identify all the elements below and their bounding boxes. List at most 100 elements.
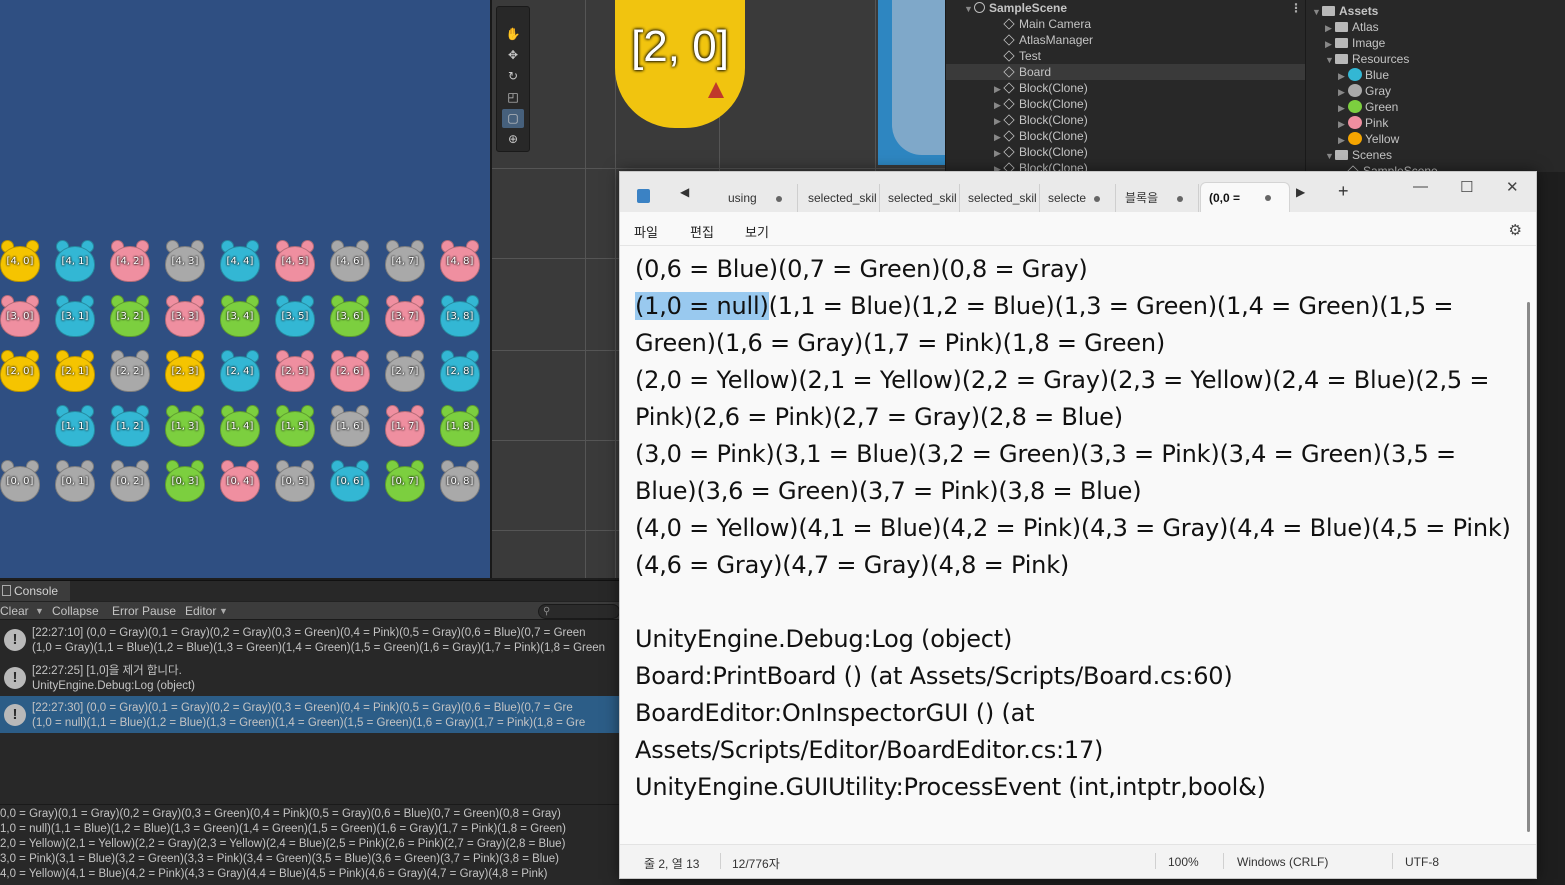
- hierarchy-item[interactable]: Test: [946, 48, 1305, 64]
- minimize-icon[interactable]: —: [1413, 178, 1428, 195]
- notepad-tab[interactable]: selected_skil: [960, 184, 1040, 212]
- board-block[interactable]: [0, 1]: [53, 460, 97, 504]
- board-block[interactable]: [2, 2]: [108, 350, 152, 394]
- console-log-entry[interactable]: ! [22:27:10] (0,0 = Gray)(0,1 = Gray)(0,2…: [0, 621, 620, 658]
- board-block[interactable]: [4, 4]: [218, 240, 262, 284]
- project-item[interactable]: ▶ Gray: [1306, 83, 1565, 99]
- rotate-tool-icon[interactable]: ↻: [502, 67, 524, 86]
- board-block[interactable]: [1, 6]: [328, 405, 372, 449]
- hand-tool-icon[interactable]: ✋: [502, 25, 524, 44]
- transform-tool-icon[interactable]: ⊕: [502, 130, 524, 149]
- board-block[interactable]: [3, 7]: [383, 295, 427, 339]
- notepad-tab[interactable]: selected_skil: [800, 184, 880, 212]
- project-item[interactable]: ▶ Green: [1306, 99, 1565, 115]
- editor-dropdown-icon[interactable]: ▼: [216, 602, 231, 621]
- hierarchy-item[interactable]: ▶ Block(Clone): [946, 128, 1305, 144]
- vertical-scrollbar[interactable]: [1527, 302, 1530, 832]
- expand-arrow-icon[interactable]: ▶: [994, 113, 1004, 129]
- project-item[interactable]: ▶ Atlas: [1306, 19, 1565, 35]
- project-item[interactable]: ▼ Scenes: [1306, 147, 1565, 163]
- board-block[interactable]: [1, 7]: [383, 405, 427, 449]
- hierarchy-item[interactable]: ▶ Block(Clone): [946, 144, 1305, 160]
- board-block[interactable]: [3, 3]: [163, 295, 207, 339]
- board-block[interactable]: [1, 3]: [163, 405, 207, 449]
- board-block[interactable]: [3, 1]: [53, 295, 97, 339]
- maximize-icon[interactable]: ☐: [1460, 178, 1473, 196]
- project-item[interactable]: ▶ Blue: [1306, 67, 1565, 83]
- notepad-tab[interactable]: selected_skil: [880, 184, 960, 212]
- hierarchy-item[interactable]: ▶ Block(Clone): [946, 80, 1305, 96]
- board-block[interactable]: [4, 3]: [163, 240, 207, 284]
- zoom-level[interactable]: 100%: [1168, 855, 1199, 869]
- board-block[interactable]: [1, 4]: [218, 405, 262, 449]
- board-block[interactable]: [4, 2]: [108, 240, 152, 284]
- settings-gear-icon[interactable]: ⚙: [1509, 221, 1522, 239]
- menu-file[interactable]: 파일: [634, 222, 658, 241]
- board-block[interactable]: [0, 2]: [108, 460, 152, 504]
- expand-arrow-icon[interactable]: ▶: [994, 145, 1004, 161]
- kebab-menu-icon[interactable]: ⋮: [1290, 0, 1302, 16]
- rect-tool-icon[interactable]: ▢: [502, 109, 524, 128]
- unsaved-dot-icon[interactable]: [776, 196, 782, 202]
- board-block[interactable]: [1, 8]: [438, 405, 482, 449]
- board-block[interactable]: [3, 5]: [273, 295, 317, 339]
- new-tab-icon[interactable]: +: [1338, 181, 1349, 202]
- board-block[interactable]: [2, 6]: [328, 350, 372, 394]
- line-ending[interactable]: Windows (CRLF): [1237, 855, 1328, 869]
- scale-tool-icon[interactable]: ◰: [502, 88, 524, 107]
- board-block[interactable]: [0, 5]: [273, 460, 317, 504]
- console-log-entry[interactable]: ! [22:27:25] [1,0]을 제거 합니다. UnityEngine.De…: [0, 659, 620, 696]
- clear-button[interactable]: Clear: [0, 602, 32, 621]
- menu-view[interactable]: 보기: [745, 222, 769, 241]
- notepad-tab[interactable]: selecte: [1040, 184, 1116, 212]
- expand-arrow-icon[interactable]: ▶: [994, 97, 1004, 113]
- board-block[interactable]: [0, 8]: [438, 460, 482, 504]
- unsaved-dot-icon[interactable]: [1177, 196, 1183, 202]
- project-item[interactable]: ▶ Yellow: [1306, 131, 1565, 147]
- hierarchy-item[interactable]: Main Camera: [946, 16, 1305, 32]
- board-block[interactable]: [4, 7]: [383, 240, 427, 284]
- notepad-tab[interactable]: (0,0 =: [1200, 182, 1290, 212]
- notepad-tab[interactable]: 블록을: [1117, 184, 1199, 212]
- console-log-entry[interactable]: ! [22:27:30] (0,0 = Gray)(0,1 = Gray)(0,2…: [0, 696, 620, 733]
- board-block[interactable]: [1, 2]: [108, 405, 152, 449]
- board-block[interactable]: [4, 0]: [0, 240, 42, 284]
- project-item[interactable]: ▼ Resources: [1306, 51, 1565, 67]
- board-block[interactable]: [1, 5]: [273, 405, 317, 449]
- expand-arrow-icon[interactable]: ▶: [994, 129, 1004, 145]
- hierarchy-item[interactable]: AtlasManager: [946, 32, 1305, 48]
- board-block[interactable]: [2, 3]: [163, 350, 207, 394]
- clear-dropdown-icon[interactable]: ▼: [32, 602, 47, 621]
- board-block[interactable]: [3, 8]: [438, 295, 482, 339]
- board-block[interactable]: [3, 0]: [0, 295, 42, 339]
- unsaved-dot-icon[interactable]: [1265, 195, 1271, 201]
- menu-edit[interactable]: 편집: [690, 222, 714, 241]
- console-detail-pane[interactable]: 0,0 = Gray)(0,1 = Gray)(0,2 = Gray)(0,3 …: [0, 804, 620, 885]
- expand-arrow-icon[interactable]: ▶: [1325, 20, 1335, 36]
- board-block[interactable]: [3, 6]: [328, 295, 372, 339]
- notepad-text-area[interactable]: (0,6 = Blue)(0,7 = Green)(0,8 = Gray) (1,…: [620, 247, 1520, 843]
- expand-arrow-icon[interactable]: ▼: [1325, 148, 1335, 164]
- text-encoding[interactable]: UTF-8: [1405, 855, 1439, 869]
- board-block[interactable]: [0, 7]: [383, 460, 427, 504]
- board-block[interactable]: [4, 5]: [273, 240, 317, 284]
- board-block[interactable]: [4, 6]: [328, 240, 372, 284]
- board-block[interactable]: [0, 4]: [218, 460, 262, 504]
- board-block[interactable]: [0, 0]: [0, 460, 42, 504]
- project-item[interactable]: ▶ Pink: [1306, 115, 1565, 131]
- board-block[interactable]: [2, 0]: [0, 350, 42, 394]
- hierarchy-item[interactable]: ▶ Block(Clone): [946, 96, 1305, 112]
- board-block[interactable]: [0, 3]: [163, 460, 207, 504]
- project-root-item[interactable]: ▼ Assets: [1306, 3, 1565, 19]
- board-block[interactable]: [1, 1]: [53, 405, 97, 449]
- error-pause-button[interactable]: Error Pause: [109, 602, 179, 621]
- board-block[interactable]: [3, 2]: [108, 295, 152, 339]
- hierarchy-item[interactable]: ▶ Block(Clone): [946, 112, 1305, 128]
- scene-root-item[interactable]: ▼ SampleScene ⋮: [946, 0, 1305, 16]
- board-block[interactable]: [2, 8]: [438, 350, 482, 394]
- board-block[interactable]: [2, 7]: [383, 350, 427, 394]
- expand-arrow-icon[interactable]: ▶: [1325, 36, 1335, 52]
- hierarchy-item[interactable]: Board: [946, 64, 1305, 80]
- tabs-scroll-right-icon[interactable]: ▶: [1296, 185, 1305, 199]
- expand-arrow-icon[interactable]: ▼: [1325, 52, 1335, 68]
